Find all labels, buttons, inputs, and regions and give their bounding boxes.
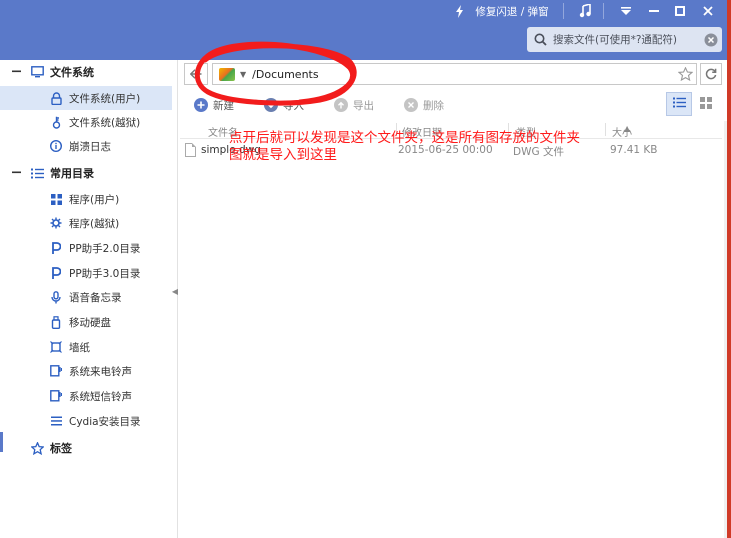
import-button[interactable]: 导入 xyxy=(264,96,304,114)
export-button[interactable]: 导出 xyxy=(334,96,374,114)
path-bar: ▼ /Documents xyxy=(184,61,722,87)
sidebar-divider[interactable] xyxy=(177,60,178,538)
lock-icon xyxy=(49,91,63,105)
search-box xyxy=(527,27,722,52)
back-button[interactable] xyxy=(184,63,208,85)
minimize-icon[interactable] xyxy=(643,0,665,22)
export-icon xyxy=(334,98,348,112)
sidebar-item-filesystem-user[interactable]: 文件系统(用户) xyxy=(0,86,172,110)
sidebar-item-label: 系统短信铃声 xyxy=(69,390,132,403)
sidebar-item-label: 语音备忘录 xyxy=(69,291,122,304)
sidebar-item-filesystem-jailbreak[interactable]: 文件系统(越狱) xyxy=(0,110,172,134)
sidebar-item-crash-logs[interactable]: 崩溃日志 xyxy=(0,134,172,158)
grid-view-button[interactable] xyxy=(693,92,719,116)
sidebar-item-label: 墙纸 xyxy=(69,341,90,354)
collapse-minus-icon[interactable] xyxy=(12,66,22,79)
plus-icon xyxy=(194,98,208,112)
gear-icon xyxy=(49,216,63,230)
delete-button[interactable]: 删除 xyxy=(404,96,444,114)
search-input[interactable] xyxy=(553,33,700,46)
delete-x-icon xyxy=(404,98,418,112)
sidebar-section-label: 常用目录 xyxy=(50,167,94,180)
sidebar-item-label: 文件系统(越狱) xyxy=(69,116,141,129)
sidebar-item-label: 系统来电铃声 xyxy=(69,365,132,378)
sort-up-icon: ▲ xyxy=(624,124,631,133)
sidebar-item-apps-user[interactable]: 程序(用户) xyxy=(0,187,172,211)
grid-view-icon xyxy=(700,96,712,112)
sidebar: 文件系统 文件系统(用户) 文件系统(越狱) 崩溃日志 常用目录 程序(用户) xyxy=(0,60,172,538)
header-divider xyxy=(563,3,564,19)
sidebar-item-label: PP助手3.0目录 xyxy=(69,267,141,280)
close-icon[interactable] xyxy=(696,0,720,22)
list-view-icon xyxy=(672,97,686,111)
menu-dropdown-icon[interactable] xyxy=(613,0,639,22)
sidebar-item-label: PP助手2.0目录 xyxy=(69,242,141,255)
address-field[interactable]: ▼ /Documents xyxy=(212,63,697,85)
key-icon xyxy=(49,115,63,129)
music-icon[interactable] xyxy=(574,0,596,22)
pp-icon xyxy=(49,266,63,280)
background-window-edge xyxy=(727,0,731,538)
repair-crash-popup-button[interactable]: 修复闪退 / 弹窗 xyxy=(472,0,552,22)
sidebar-section-label: 文件系统 xyxy=(50,66,94,79)
new-button[interactable]: 新建 xyxy=(194,96,234,114)
collapse-minus-icon[interactable] xyxy=(12,167,22,180)
wallpaper-icon xyxy=(49,340,63,354)
list-icon xyxy=(49,414,63,428)
pp-icon xyxy=(49,241,63,255)
grid-icon xyxy=(49,192,63,206)
sms-tone-icon xyxy=(49,389,63,403)
new-button-label: 新建 xyxy=(213,99,234,112)
search-icon[interactable] xyxy=(527,33,553,46)
sidebar-item-cydia-dir[interactable]: Cydia安装目录 xyxy=(0,409,172,433)
sidebar-section-filesystem[interactable]: 文件系统 xyxy=(0,60,172,84)
sidebar-item-label: Cydia安装目录 xyxy=(69,415,141,428)
device-icon[interactable] xyxy=(219,67,235,81)
sidebar-item-apps-jailbreak[interactable]: 程序(越狱) xyxy=(0,211,172,235)
lightning-icon[interactable] xyxy=(452,0,466,22)
sidebar-item-label: 崩溃日志 xyxy=(69,140,111,153)
sidebar-section-common-dirs[interactable]: 常用目录 xyxy=(0,161,172,185)
current-path[interactable]: /Documents xyxy=(252,68,318,81)
list-icon xyxy=(30,166,44,180)
export-button-label: 导出 xyxy=(353,99,374,112)
monitor-icon xyxy=(30,65,44,79)
file-icon xyxy=(185,143,196,157)
usb-drive-icon xyxy=(49,315,63,329)
sidebar-item-label: 程序(用户) xyxy=(69,193,120,206)
sidebar-item-pp2-dir[interactable]: PP助手2.0目录 xyxy=(0,236,172,260)
sidebar-item-label: 移动硬盘 xyxy=(69,316,111,329)
sidebar-item-label: 程序(越狱) xyxy=(69,217,120,230)
sidebar-item-tags[interactable]: 标签 xyxy=(0,436,172,460)
info-icon xyxy=(49,139,63,153)
header-divider xyxy=(603,3,604,19)
annotation-line: 点开后就可以发现是这个文件夹，这是所有图存放的文件夹 xyxy=(229,130,580,146)
list-view-button[interactable] xyxy=(666,92,692,116)
sidebar-item-pp3-dir[interactable]: PP助手3.0目录 xyxy=(0,261,172,285)
refresh-button[interactable] xyxy=(700,63,722,85)
sidebar-item-usb-drive[interactable]: 移动硬盘 xyxy=(0,310,172,334)
favorite-star-icon[interactable] xyxy=(676,66,694,82)
sidebar-item-ringtones[interactable]: 系统来电铃声 xyxy=(0,359,172,383)
sidebar-item-label: 文件系统(用户) xyxy=(69,92,141,105)
sidebar-item-voice-memos[interactable]: 语音备忘录 xyxy=(0,285,172,309)
delete-button-label: 删除 xyxy=(423,99,444,112)
sidebar-item-sms-tones[interactable]: 系统短信铃声 xyxy=(0,384,172,408)
import-button-label: 导入 xyxy=(283,99,304,112)
star-icon xyxy=(30,441,44,455)
chevron-down-icon[interactable]: ▼ xyxy=(240,70,246,79)
maximize-icon[interactable] xyxy=(669,0,691,22)
ringtone-icon xyxy=(49,364,63,378)
annotation-line: 图就是导入到这里 xyxy=(229,147,337,163)
collapse-sidebar-icon[interactable]: ◀ xyxy=(172,284,178,298)
window-edge-accent xyxy=(0,432,3,452)
annotation-text: 点开后就可以发现是这个文件夹，这是所有图存放的文件夹 图就是导入到这里 xyxy=(229,130,619,164)
title-bar: 修复闪退 / 弹窗 xyxy=(0,0,731,60)
sidebar-item-label: 标签 xyxy=(50,442,72,455)
sidebar-item-wallpaper[interactable]: 墙纸 xyxy=(0,335,172,359)
clear-search-icon[interactable] xyxy=(700,33,722,47)
microphone-icon xyxy=(49,290,63,304)
file-toolbar: 新建 导入 导出 删除 xyxy=(184,92,724,118)
import-icon xyxy=(264,98,278,112)
